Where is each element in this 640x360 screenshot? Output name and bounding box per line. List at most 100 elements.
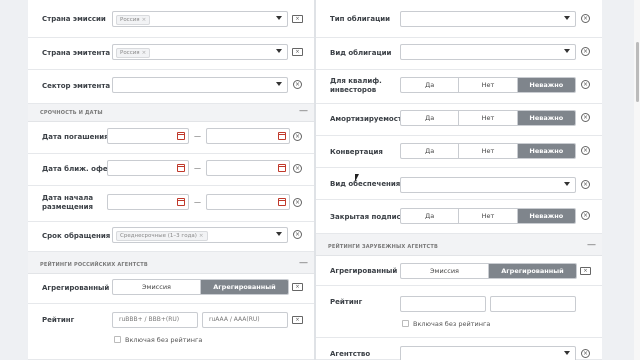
foreign-no-rating-label: Включая без рейтинга	[413, 320, 491, 328]
clear-icon[interactable]: ×	[293, 80, 302, 89]
dates-section-title: СРОЧНОСТЬ И ДАТЫ	[40, 110, 103, 116]
calendar-icon[interactable]	[177, 164, 185, 172]
chip-remove-icon[interactable]: ×	[199, 233, 204, 239]
term-label: Срок обращения	[42, 232, 111, 240]
backspace-icon[interactable]: ×	[292, 15, 303, 23]
term-select[interactable]: Среднесрочные (1–3 года) ×	[112, 227, 288, 243]
option-yes[interactable]: Да	[401, 209, 460, 223]
foreign-rating-from[interactable]	[400, 296, 486, 312]
option-no[interactable]: Нет	[459, 144, 518, 158]
option-emission[interactable]: Эмиссия	[113, 280, 201, 294]
rus-rating-to[interactable]: ruAAA / AAA(RU)	[202, 312, 288, 328]
backspace-icon[interactable]: ×	[292, 316, 303, 324]
agency-row: Агентство ×	[316, 338, 602, 360]
page-scrollbar[interactable]	[634, 0, 640, 360]
chip-remove-icon[interactable]: ×	[142, 50, 147, 56]
bond-kind-label: Вид облигации	[330, 49, 392, 57]
clear-icon[interactable]: ×	[293, 230, 302, 239]
amortization-label: Амортизируемость	[330, 115, 407, 123]
amortization-toggle[interactable]: Да Нет Неважно	[400, 110, 576, 126]
calendar-icon[interactable]	[177, 198, 185, 206]
chevron-down-icon	[276, 16, 282, 20]
foreign-ratings-section-header[interactable]: РЕЙТИНГИ ЗАРУБЕЖНЫХ АГЕНТСТВ —	[316, 238, 602, 256]
clear-icon[interactable]: ×	[293, 198, 302, 207]
bond-type-select[interactable]	[400, 11, 576, 27]
collapse-icon[interactable]: —	[587, 240, 596, 250]
conversion-toggle[interactable]: Да Нет Неважно	[400, 143, 576, 159]
security-kind-select[interactable]	[400, 177, 576, 193]
offer-date-from[interactable]	[107, 160, 189, 176]
issuer-country-chip[interactable]: Россия ×	[116, 15, 151, 25]
agency-select[interactable]	[400, 346, 576, 360]
clear-icon[interactable]: ×	[581, 180, 590, 189]
backspace-icon[interactable]: ×	[292, 48, 303, 56]
clear-icon[interactable]: ×	[581, 211, 590, 220]
closed-subscription-row: Закрытая подписка Да Нет Неважно ×	[316, 200, 602, 234]
chip-remove-icon[interactable]: ×	[142, 17, 147, 23]
clear-icon[interactable]: ×	[581, 113, 590, 122]
dates-section-header[interactable]: СРОЧНОСТЬ И ДАТЫ —	[28, 104, 314, 122]
option-any[interactable]: Неважно	[517, 111, 575, 125]
bond-kind-select[interactable]	[400, 44, 576, 60]
foreign-rating-to[interactable]	[490, 296, 576, 312]
term-chip[interactable]: Среднесрочные (1–3 года) ×	[116, 231, 208, 241]
option-yes[interactable]: Да	[401, 111, 460, 125]
maturity-date-to[interactable]	[206, 128, 290, 144]
scrollbar-thumb[interactable]	[636, 42, 639, 102]
calendar-icon[interactable]	[278, 164, 286, 172]
option-yes[interactable]: Да	[401, 144, 460, 158]
closed-subscription-toggle[interactable]: Да Нет Неважно	[400, 208, 576, 224]
placement-date-label: Дата начала размещения	[42, 194, 94, 211]
closed-subscription-label: Закрытая подписка	[330, 213, 411, 221]
chevron-down-icon	[564, 182, 570, 186]
calendar-icon[interactable]	[278, 198, 286, 206]
option-any[interactable]: Неважно	[517, 78, 575, 92]
backspace-icon[interactable]: ×	[292, 283, 303, 291]
mouse-cursor-icon	[355, 174, 359, 182]
collapse-icon[interactable]: —	[299, 258, 308, 268]
clear-icon[interactable]: ×	[293, 164, 302, 173]
option-aggregated[interactable]: Агрегированный	[201, 280, 288, 294]
clear-icon[interactable]: ×	[581, 80, 590, 89]
issuer-country-select[interactable]: Россия ×	[112, 11, 288, 27]
rus-ratings-section-header[interactable]: РЕЙТИНГИ РОССИЙСКИХ АГЕНТСТВ —	[28, 256, 314, 274]
option-no[interactable]: Нет	[459, 111, 518, 125]
clear-icon[interactable]: ×	[581, 146, 590, 155]
offer-date-to[interactable]	[206, 160, 290, 176]
backspace-icon[interactable]: ×	[580, 267, 591, 275]
option-yes[interactable]: Да	[401, 78, 460, 92]
rus-no-rating-checkbox[interactable]	[114, 336, 121, 343]
rus-ratings-section-title: РЕЙТИНГИ РОССИЙСКИХ АГЕНТСТВ	[40, 262, 148, 268]
foreign-aggregated-toggle[interactable]: Эмиссия Агрегированный	[400, 263, 577, 279]
option-emission[interactable]: Эмиссия	[401, 264, 489, 278]
range-separator: —	[194, 198, 201, 206]
option-aggregated[interactable]: Агрегированный	[489, 264, 576, 278]
foreign-no-rating-checkbox[interactable]	[402, 320, 409, 327]
placement-date-row: Дата начала размещения — ×	[28, 186, 314, 222]
placement-date-to[interactable]	[206, 194, 290, 210]
clear-icon[interactable]: ×	[581, 349, 590, 358]
rus-rating-from[interactable]: ruBBB+ / BBB+(RU)	[112, 312, 198, 328]
calendar-icon[interactable]	[177, 132, 185, 140]
emitter-country-chip[interactable]: Россия ×	[116, 48, 151, 58]
chevron-down-icon	[564, 16, 570, 20]
clear-icon[interactable]: ×	[293, 132, 302, 141]
placement-date-from[interactable]	[107, 194, 189, 210]
qual-investors-toggle[interactable]: Да Нет Неважно	[400, 77, 576, 93]
emitter-sector-select[interactable]	[112, 77, 288, 93]
calendar-icon[interactable]	[278, 132, 286, 140]
collapse-icon[interactable]: —	[299, 106, 308, 116]
clear-icon[interactable]: ×	[581, 47, 590, 56]
option-no[interactable]: Нет	[459, 78, 518, 92]
option-any[interactable]: Неважно	[517, 144, 575, 158]
emitter-sector-row: Сектор эмитента ×	[28, 70, 314, 104]
option-no[interactable]: Нет	[459, 209, 518, 223]
option-any[interactable]: Неважно	[517, 209, 575, 223]
chevron-down-icon	[276, 49, 282, 53]
maturity-date-label: Дата погашения	[42, 133, 109, 141]
rus-aggregated-toggle[interactable]: Эмиссия Агрегированный	[112, 279, 289, 295]
clear-icon[interactable]: ×	[581, 14, 590, 23]
emitter-country-select[interactable]: Россия ×	[112, 44, 288, 60]
bond-type-row: Тип облигации ×	[316, 0, 602, 38]
maturity-date-from[interactable]	[107, 128, 189, 144]
